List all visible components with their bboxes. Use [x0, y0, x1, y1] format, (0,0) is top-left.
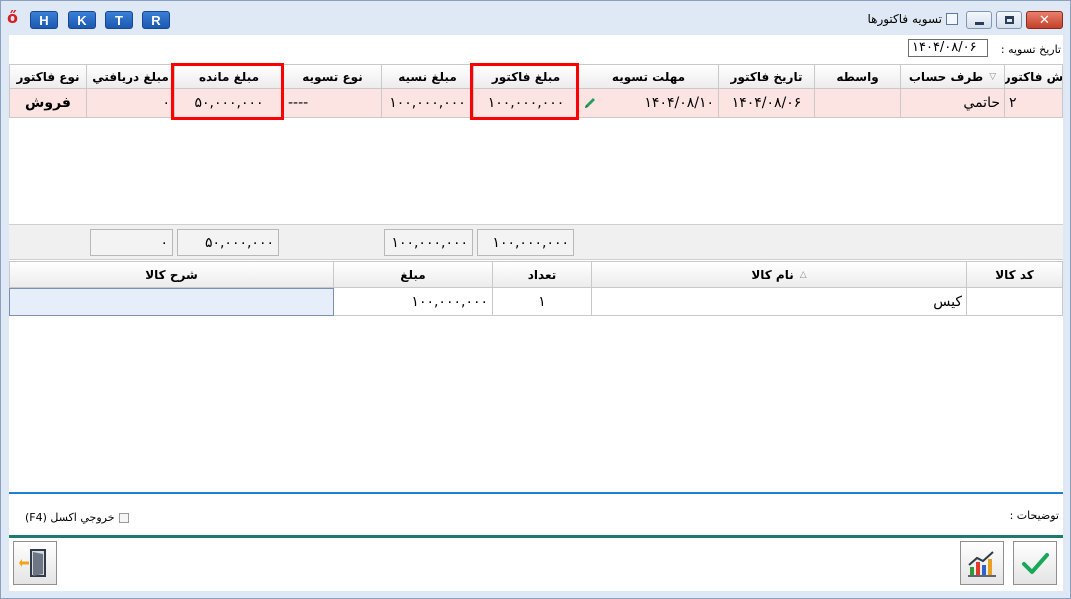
col-invoice-amount[interactable]: مبلغ فاكتور [474, 64, 579, 89]
table-row[interactable]: ۲ حاتمي ۱۴۰۴/۰۸/۰۶ ۱۴۰۴/۰۸/۱۰ ۱۰۰,۰۰۰,۰۰… [9, 89, 1063, 118]
sort-up-icon: △ [799, 269, 807, 280]
minimize-icon [974, 22, 984, 25]
maximize-button[interactable] [996, 11, 1022, 29]
col-received-amount[interactable]: مبلغ دريافتي [87, 64, 175, 89]
excel-export-checkbox[interactable] [118, 512, 129, 523]
cell-invoice-date[interactable]: ۱۴۰۴/۰۸/۰۶ [719, 89, 815, 118]
list-item[interactable]: كيس ۱ ۱۰۰,۰۰۰,۰۰۰ [9, 288, 1063, 316]
cell-agent[interactable] [815, 89, 901, 118]
col-credit-amount[interactable]: مبلغ نسيه [382, 64, 474, 89]
quick-button-t[interactable]: T [105, 11, 133, 29]
col-remaining-amount[interactable]: مبلغ مانده [175, 64, 284, 89]
total-credit-amount: ۱۰۰,۰۰۰,۰۰۰ [384, 229, 473, 256]
excel-export-option[interactable]: خروجي اكسل (F4) [25, 511, 129, 524]
col-item-description[interactable]: شرح كالا [9, 261, 334, 288]
settlement-date-label: تاريخ تسويه : [1000, 43, 1061, 56]
maximize-icon [1004, 16, 1014, 24]
total-invoice-amount: ۱۰۰,۰۰۰,۰۰۰ [477, 229, 574, 256]
col-invoice-type[interactable]: نوع فاكتور [9, 64, 87, 89]
quick-button-h[interactable]: H [30, 11, 58, 29]
content-panel: تاريخ تسويه : ۱۴۰۴/۰۸/۰۶ ش فاكتور طرف حس… [9, 35, 1063, 591]
footer-separator [9, 535, 1063, 538]
quick-button-r[interactable]: R [142, 11, 170, 29]
app-logo-icon: ő [7, 8, 18, 27]
settlement-date-input[interactable]: ۱۴۰۴/۰۸/۰۶ [908, 39, 988, 57]
invoice-grid-header: ش فاكتور طرف حساب ▽ واسطه تاريخ فاكتور مه… [9, 64, 1063, 89]
col-item-quantity[interactable]: تعداد [493, 261, 592, 288]
excel-export-label: خروجي اكسل (F4) [25, 511, 115, 524]
checkmark-icon [1022, 553, 1049, 574]
notes-separator [9, 492, 1063, 494]
window-title: تسويه فاكتورها [867, 12, 958, 26]
exit-door-icon [19, 549, 46, 577]
report-button[interactable] [960, 541, 1004, 585]
cell-item-name[interactable]: كيس [592, 288, 967, 316]
settlement-window: ő H K T R تسويه فاكتورها ✕ تاريخ تسويه :… [0, 0, 1071, 599]
quick-button-k[interactable]: K [68, 11, 96, 29]
cell-due-date[interactable]: ۱۴۰۴/۰۸/۱۰ [579, 89, 719, 118]
total-received-amount: ۰ [90, 229, 173, 256]
cell-settlement-type[interactable]: ---- [284, 89, 382, 118]
title-bar: ő H K T R تسويه فاكتورها ✕ [1, 1, 1070, 35]
window-title-text: تسويه فاكتورها [867, 12, 942, 26]
cell-invoice-no[interactable]: ۲ [1005, 89, 1063, 118]
close-button[interactable]: ✕ [1026, 11, 1063, 29]
col-agent[interactable]: واسطه [815, 64, 901, 89]
sort-down-icon: ▽ [989, 71, 997, 82]
col-item-code[interactable]: كد كالا [967, 261, 1063, 288]
cell-item-description[interactable] [9, 288, 334, 316]
col-item-name[interactable]: نام كالا △ [592, 261, 967, 288]
cell-invoice-amount[interactable]: ۱۰۰,۰۰۰,۰۰۰ [474, 89, 579, 118]
edit-pencil-icon[interactable] [583, 96, 597, 110]
due-date-text: ۱۴۰۴/۰۸/۱۰ [644, 95, 714, 111]
col-due-date[interactable]: مهلت تسويه [579, 64, 719, 89]
cell-credit-amount[interactable]: ۱۰۰,۰۰۰,۰۰۰ [382, 89, 474, 118]
cell-item-quantity[interactable]: ۱ [493, 288, 592, 316]
totals-bar: ۱۰۰,۰۰۰,۰۰۰ ۱۰۰,۰۰۰,۰۰۰ ۵۰,۰۰۰,۰۰۰ ۰ [9, 224, 1063, 260]
exit-button[interactable] [13, 541, 57, 585]
col-party[interactable]: طرف حساب ▽ [901, 64, 1005, 89]
total-remaining-amount: ۵۰,۰۰۰,۰۰۰ [177, 229, 279, 256]
col-item-amount[interactable]: مبلغ [334, 261, 493, 288]
window-icon [946, 13, 958, 25]
cell-item-amount[interactable]: ۱۰۰,۰۰۰,۰۰۰ [334, 288, 493, 316]
col-settlement-type[interactable]: نوع تسويه [284, 64, 382, 89]
cell-remaining-amount[interactable]: ۵۰,۰۰۰,۰۰۰ [175, 89, 284, 118]
chart-icon [968, 551, 996, 577]
minimize-button[interactable] [966, 11, 992, 29]
confirm-button[interactable] [1013, 541, 1057, 585]
settlement-date-row: تاريخ تسويه : ۱۴۰۴/۰۸/۰۶ [9, 35, 1063, 63]
notes-label: توضيحات : [1009, 509, 1059, 522]
col-invoice-no[interactable]: ش فاكتور [1005, 64, 1063, 89]
cell-party[interactable]: حاتمي [901, 89, 1005, 118]
col-invoice-date[interactable]: تاريخ فاكتور [719, 64, 815, 89]
cell-invoice-type[interactable]: فروش [9, 89, 87, 118]
cell-item-code[interactable] [967, 288, 1063, 316]
close-icon: ✕ [1039, 12, 1050, 28]
cell-received-amount[interactable]: ۰ [87, 89, 175, 118]
items-grid-header: كد كالا نام كالا △ تعداد مبلغ شرح كالا [9, 261, 1063, 288]
